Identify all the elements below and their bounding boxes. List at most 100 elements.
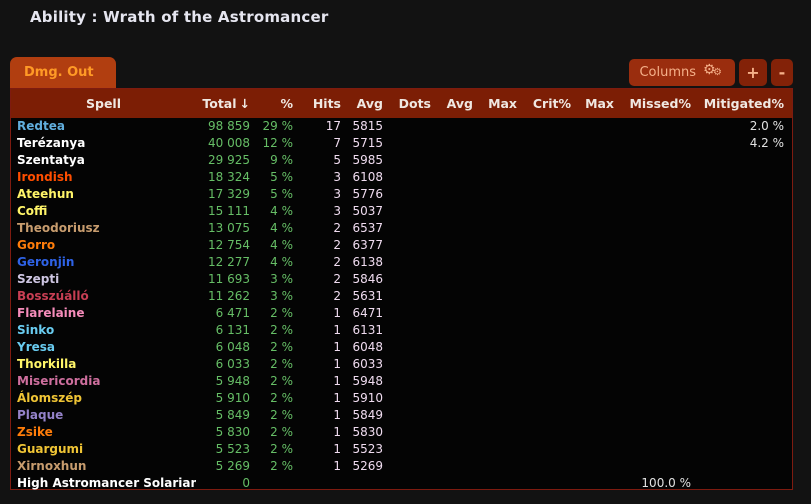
hits-cell: 1 xyxy=(301,322,349,339)
mitigated-percent-cell xyxy=(699,220,792,237)
columns-button[interactable]: Columns ⚙ ⚙ xyxy=(629,59,735,86)
header-dots[interactable]: Dots xyxy=(391,89,439,118)
avg-cell: 5849 xyxy=(349,407,391,424)
missed-percent-cell xyxy=(622,407,699,424)
header-avg[interactable]: Avg xyxy=(349,89,391,118)
table-row: Geronjin 12 277 4 % 2 6138 xyxy=(11,254,792,271)
player-name-link[interactable]: Sinko xyxy=(11,322,196,339)
header-max[interactable]: Max xyxy=(481,89,525,118)
mitigated-percent-cell xyxy=(699,390,792,407)
header-mitigated-percent[interactable]: Mitigated% xyxy=(699,89,792,118)
table-body: Redtea 98 859 29 % 17 5815 2.0 % Terézan… xyxy=(11,118,792,492)
dots-cell xyxy=(391,390,439,407)
remove-column-button[interactable]: - xyxy=(771,59,793,86)
hits-cell: 2 xyxy=(301,288,349,305)
player-name-link[interactable]: Guargumi xyxy=(11,441,196,458)
sort-desc-icon: ↓ xyxy=(240,96,250,111)
percent-cell: 5 % xyxy=(258,169,301,186)
total-cell: 98 859 xyxy=(196,118,258,135)
player-name-link[interactable]: High Astromancer Solarian xyxy=(11,475,196,492)
percent-cell: 4 % xyxy=(258,220,301,237)
player-name-link[interactable]: Szepti xyxy=(11,271,196,288)
player-name-link[interactable]: Terézanya xyxy=(11,135,196,152)
max-cell xyxy=(481,220,525,237)
avg-cell: 6471 xyxy=(349,305,391,322)
player-name-link[interactable]: Bosszúálló xyxy=(11,288,196,305)
player-name-link[interactable]: Yresa xyxy=(11,339,196,356)
header-crit-max[interactable]: Max xyxy=(579,89,622,118)
player-name-link[interactable]: Zsike xyxy=(11,424,196,441)
max-cell xyxy=(481,356,525,373)
header-dots-avg[interactable]: Avg xyxy=(439,89,481,118)
avg-cell: 5985 xyxy=(349,152,391,169)
missed-percent-cell xyxy=(622,339,699,356)
player-name-link[interactable]: Thorkilla xyxy=(11,356,196,373)
player-name-link[interactable]: Ateehun xyxy=(11,186,196,203)
max-cell xyxy=(481,475,525,492)
add-column-button[interactable]: + xyxy=(739,59,767,86)
percent-cell: 4 % xyxy=(258,237,301,254)
crit-percent-cell xyxy=(525,152,579,169)
player-name-link[interactable]: Gorro xyxy=(11,237,196,254)
player-name-link[interactable]: Irondish xyxy=(11,169,196,186)
header-missed-percent[interactable]: Missed% xyxy=(622,89,699,118)
total-cell: 11 262 xyxy=(196,288,258,305)
header-percent[interactable]: % xyxy=(258,89,301,118)
percent-cell: 4 % xyxy=(258,203,301,220)
crit-max-cell xyxy=(579,441,622,458)
dots-cell xyxy=(391,288,439,305)
header-total-label: Total xyxy=(202,96,236,111)
dots-cell xyxy=(391,169,439,186)
total-cell: 5 910 xyxy=(196,390,258,407)
mitigated-percent-cell xyxy=(699,356,792,373)
crit-percent-cell xyxy=(525,169,579,186)
percent-cell: 9 % xyxy=(258,152,301,169)
header-hits[interactable]: Hits xyxy=(301,89,349,118)
crit-percent-cell xyxy=(525,373,579,390)
hits-cell: 3 xyxy=(301,169,349,186)
player-name-link[interactable]: Xirnoxhun xyxy=(11,458,196,475)
player-name-link[interactable]: Geronjin xyxy=(11,254,196,271)
crit-max-cell xyxy=(579,424,622,441)
tab-dmg-out[interactable]: Dmg. Out xyxy=(10,57,116,88)
header-spell[interactable]: Spell xyxy=(11,89,196,118)
header-crit-percent[interactable]: Crit% xyxy=(525,89,579,118)
dots-avg-cell xyxy=(439,441,481,458)
player-name-link[interactable]: Redtea xyxy=(11,118,196,135)
player-name-link[interactable]: Coffi xyxy=(11,203,196,220)
header-total[interactable]: Total ↓ xyxy=(196,89,258,118)
missed-percent-cell xyxy=(622,237,699,254)
avg-cell: 5523 xyxy=(349,441,391,458)
wws-ability-page: Ability : Wrath of the Astromancer Dmg. … xyxy=(0,0,811,504)
player-name-link[interactable]: Theodoriusz xyxy=(11,220,196,237)
dots-cell xyxy=(391,135,439,152)
total-cell: 5 523 xyxy=(196,441,258,458)
avg-cell: 6108 xyxy=(349,169,391,186)
mitigated-percent-cell xyxy=(699,169,792,186)
player-name-link[interactable]: Misericordia xyxy=(11,373,196,390)
max-cell xyxy=(481,152,525,169)
dots-avg-cell xyxy=(439,237,481,254)
avg-cell: 5776 xyxy=(349,186,391,203)
hits-cell xyxy=(301,475,349,492)
crit-percent-cell xyxy=(525,339,579,356)
crit-percent-cell xyxy=(525,271,579,288)
table-row: Flarelaine 6 471 2 % 1 6471 xyxy=(11,305,792,322)
damage-table: Spell Total ↓ % Hits Avg Dots Avg Max Cri… xyxy=(11,89,792,492)
mitigated-percent-cell xyxy=(699,186,792,203)
player-name-link[interactable]: Plaque xyxy=(11,407,196,424)
player-name-link[interactable]: Szentatya xyxy=(11,152,196,169)
dots-avg-cell xyxy=(439,271,481,288)
hits-cell: 1 xyxy=(301,441,349,458)
dots-cell xyxy=(391,118,439,135)
columns-button-label: Columns xyxy=(639,65,696,80)
hits-cell: 2 xyxy=(301,254,349,271)
missed-percent-cell xyxy=(622,271,699,288)
crit-max-cell xyxy=(579,118,622,135)
max-cell xyxy=(481,169,525,186)
mitigated-percent-cell xyxy=(699,424,792,441)
player-name-link[interactable]: Álomszép xyxy=(11,390,196,407)
player-name-link[interactable]: Flarelaine xyxy=(11,305,196,322)
missed-percent-cell: 100.0 % xyxy=(622,475,699,492)
hits-cell: 5 xyxy=(301,152,349,169)
